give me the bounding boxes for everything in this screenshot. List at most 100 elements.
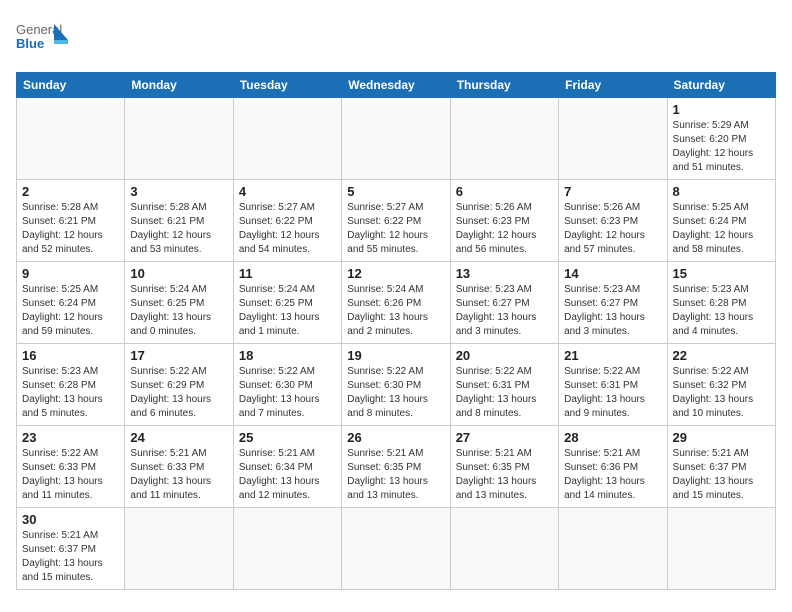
day-info: Sunrise: 5:22 AM Sunset: 6:30 PM Dayligh… <box>239 365 336 421</box>
day-info: Sunrise: 5:23 AM Sunset: 6:28 PM Dayligh… <box>673 283 770 339</box>
day-number: 19 <box>347 348 444 363</box>
calendar-week-1: 2Sunrise: 5:28 AM Sunset: 6:21 PM Daylig… <box>17 180 776 262</box>
day-info: Sunrise: 5:21 AM Sunset: 6:37 PM Dayligh… <box>22 529 119 585</box>
day-info: Sunrise: 5:22 AM Sunset: 6:31 PM Dayligh… <box>456 365 553 421</box>
calendar-cell <box>559 98 667 180</box>
day-info: Sunrise: 5:28 AM Sunset: 6:21 PM Dayligh… <box>22 201 119 257</box>
day-number: 23 <box>22 430 119 445</box>
day-info: Sunrise: 5:22 AM Sunset: 6:29 PM Dayligh… <box>130 365 227 421</box>
day-number: 13 <box>456 266 553 281</box>
day-number: 11 <box>239 266 336 281</box>
calendar-cell <box>559 508 667 590</box>
weekday-wednesday: Wednesday <box>342 73 450 98</box>
calendar-body: 1 Sunrise: 5:29 AM Sunset: 6:20 PM Daylig… <box>17 98 776 590</box>
calendar-cell <box>342 98 450 180</box>
calendar-cell <box>125 508 233 590</box>
day-info: Sunrise: 5:21 AM Sunset: 6:36 PM Dayligh… <box>564 447 661 503</box>
calendar-cell: 25Sunrise: 5:21 AM Sunset: 6:34 PM Dayli… <box>233 426 341 508</box>
calendar-cell <box>233 98 341 180</box>
day-number: 8 <box>673 184 770 199</box>
calendar-cell <box>450 98 558 180</box>
calendar-cell <box>667 508 775 590</box>
calendar-cell: 11 Sunrise: 5:24 AM Sunset: 6:25 PM Dayli… <box>233 262 341 344</box>
day-info: Sunrise: 5:25 AM Sunset: 6:24 PM Dayligh… <box>22 283 119 339</box>
calendar-cell: 7Sunrise: 5:26 AM Sunset: 6:23 PM Daylig… <box>559 180 667 262</box>
day-info: Sunrise: 5:23 AM Sunset: 6:28 PM Dayligh… <box>22 365 119 421</box>
calendar-cell: 26Sunrise: 5:21 AM Sunset: 6:35 PM Dayli… <box>342 426 450 508</box>
calendar-week-5: 30Sunrise: 5:21 AM Sunset: 6:37 PM Dayli… <box>17 508 776 590</box>
calendar-cell: 30Sunrise: 5:21 AM Sunset: 6:37 PM Dayli… <box>17 508 125 590</box>
day-number: 29 <box>673 430 770 445</box>
calendar-table: SundayMondayTuesdayWednesdayThursdayFrid… <box>16 72 776 590</box>
day-number: 5 <box>347 184 444 199</box>
day-number: 12 <box>347 266 444 281</box>
day-info: Sunrise: 5:24 AM Sunset: 6:25 PM Dayligh… <box>130 283 227 339</box>
calendar-cell: 29Sunrise: 5:21 AM Sunset: 6:37 PM Dayli… <box>667 426 775 508</box>
day-number: 22 <box>673 348 770 363</box>
weekday-saturday: Saturday <box>667 73 775 98</box>
day-number: 17 <box>130 348 227 363</box>
day-info: Sunrise: 5:22 AM Sunset: 6:30 PM Dayligh… <box>347 365 444 421</box>
day-number: 24 <box>130 430 227 445</box>
day-number: 10 <box>130 266 227 281</box>
day-number: 26 <box>347 430 444 445</box>
calendar-cell: 21Sunrise: 5:22 AM Sunset: 6:31 PM Dayli… <box>559 344 667 426</box>
day-info: Sunrise: 5:25 AM Sunset: 6:24 PM Dayligh… <box>673 201 770 257</box>
weekday-thursday: Thursday <box>450 73 558 98</box>
day-info: Sunrise: 5:23 AM Sunset: 6:27 PM Dayligh… <box>456 283 553 339</box>
day-info: Sunrise: 5:21 AM Sunset: 6:34 PM Dayligh… <box>239 447 336 503</box>
svg-text:Blue: Blue <box>16 36 44 51</box>
weekday-tuesday: Tuesday <box>233 73 341 98</box>
day-number: 15 <box>673 266 770 281</box>
calendar-cell: 14 Sunrise: 5:23 AM Sunset: 6:27 PM Dayli… <box>559 262 667 344</box>
calendar-cell: 8 Sunrise: 5:25 AM Sunset: 6:24 PM Daylig… <box>667 180 775 262</box>
day-number: 4 <box>239 184 336 199</box>
weekday-friday: Friday <box>559 73 667 98</box>
calendar-cell: 19 Sunrise: 5:22 AM Sunset: 6:30 PM Dayli… <box>342 344 450 426</box>
day-number: 6 <box>456 184 553 199</box>
day-info: Sunrise: 5:21 AM Sunset: 6:33 PM Dayligh… <box>130 447 227 503</box>
calendar-cell: 16 Sunrise: 5:23 AM Sunset: 6:28 PM Dayli… <box>17 344 125 426</box>
calendar-week-4: 23 Sunrise: 5:22 AM Sunset: 6:33 PM Dayli… <box>17 426 776 508</box>
logo: General Blue <box>16 16 68 60</box>
calendar-cell: 20 Sunrise: 5:22 AM Sunset: 6:31 PM Dayli… <box>450 344 558 426</box>
day-number: 16 <box>22 348 119 363</box>
calendar-cell: 15 Sunrise: 5:23 AM Sunset: 6:28 PM Dayli… <box>667 262 775 344</box>
page-header: General Blue <box>16 16 776 60</box>
logo-icon: General Blue <box>16 16 68 60</box>
calendar-cell: 6Sunrise: 5:26 AM Sunset: 6:23 PM Daylig… <box>450 180 558 262</box>
calendar-header: SundayMondayTuesdayWednesdayThursdayFrid… <box>17 73 776 98</box>
calendar-cell: 22Sunrise: 5:22 AM Sunset: 6:32 PM Dayli… <box>667 344 775 426</box>
day-info: Sunrise: 5:26 AM Sunset: 6:23 PM Dayligh… <box>564 201 661 257</box>
calendar-cell: 3 Sunrise: 5:28 AM Sunset: 6:21 PM Daylig… <box>125 180 233 262</box>
weekday-sunday: Sunday <box>17 73 125 98</box>
day-number: 20 <box>456 348 553 363</box>
calendar-cell <box>125 98 233 180</box>
day-number: 14 <box>564 266 661 281</box>
calendar-cell: 28Sunrise: 5:21 AM Sunset: 6:36 PM Dayli… <box>559 426 667 508</box>
calendar-cell <box>17 98 125 180</box>
calendar-cell: 23 Sunrise: 5:22 AM Sunset: 6:33 PM Dayli… <box>17 426 125 508</box>
day-info: Sunrise: 5:21 AM Sunset: 6:35 PM Dayligh… <box>456 447 553 503</box>
day-info: Sunrise: 5:29 AM Sunset: 6:20 PM Dayligh… <box>673 119 770 175</box>
day-number: 3 <box>130 184 227 199</box>
calendar-cell: 1 Sunrise: 5:29 AM Sunset: 6:20 PM Daylig… <box>667 98 775 180</box>
day-info: Sunrise: 5:28 AM Sunset: 6:21 PM Dayligh… <box>130 201 227 257</box>
day-info: Sunrise: 5:24 AM Sunset: 6:26 PM Dayligh… <box>347 283 444 339</box>
calendar-cell: 10 Sunrise: 5:24 AM Sunset: 6:25 PM Dayli… <box>125 262 233 344</box>
day-info: Sunrise: 5:22 AM Sunset: 6:33 PM Dayligh… <box>22 447 119 503</box>
calendar-week-0: 1 Sunrise: 5:29 AM Sunset: 6:20 PM Daylig… <box>17 98 776 180</box>
calendar-week-3: 16 Sunrise: 5:23 AM Sunset: 6:28 PM Dayli… <box>17 344 776 426</box>
calendar-week-2: 9 Sunrise: 5:25 AM Sunset: 6:24 PM Daylig… <box>17 262 776 344</box>
calendar-cell: 2Sunrise: 5:28 AM Sunset: 6:21 PM Daylig… <box>17 180 125 262</box>
day-number: 9 <box>22 266 119 281</box>
weekday-header-row: SundayMondayTuesdayWednesdayThursdayFrid… <box>17 73 776 98</box>
calendar-cell: 12 Sunrise: 5:24 AM Sunset: 6:26 PM Dayli… <box>342 262 450 344</box>
day-number: 27 <box>456 430 553 445</box>
day-info: Sunrise: 5:23 AM Sunset: 6:27 PM Dayligh… <box>564 283 661 339</box>
calendar-cell: 24 Sunrise: 5:21 AM Sunset: 6:33 PM Dayli… <box>125 426 233 508</box>
calendar-cell: 9 Sunrise: 5:25 AM Sunset: 6:24 PM Daylig… <box>17 262 125 344</box>
day-number: 1 <box>673 102 770 117</box>
calendar-cell: 18Sunrise: 5:22 AM Sunset: 6:30 PM Dayli… <box>233 344 341 426</box>
day-info: Sunrise: 5:24 AM Sunset: 6:25 PM Dayligh… <box>239 283 336 339</box>
